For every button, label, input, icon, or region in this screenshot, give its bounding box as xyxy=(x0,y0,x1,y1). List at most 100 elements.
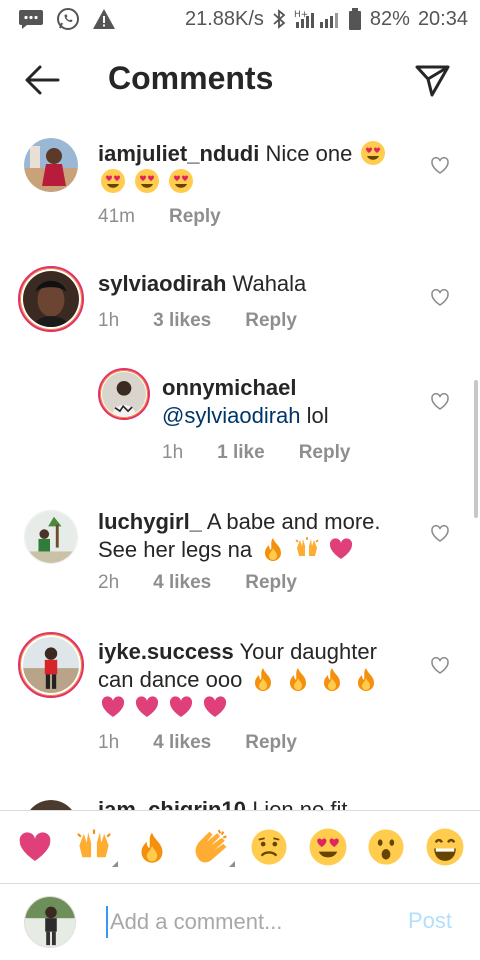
battery-percent: 82% xyxy=(369,7,410,30)
comment-username[interactable]: sylviaodirah xyxy=(98,271,226,296)
user-avatar xyxy=(24,896,76,948)
comment-item: luchygirl_ A babe and more. See her legs… xyxy=(0,498,480,616)
fire-emoji-icon xyxy=(255,668,272,691)
skin-tone-indicator xyxy=(228,861,235,867)
reply-button[interactable]: Reply xyxy=(169,206,221,228)
reply-button[interactable]: Reply xyxy=(299,442,351,464)
clock: 20:34 xyxy=(417,7,468,30)
comment-text: luchygirl_ A babe and more. See her legs… xyxy=(98,508,398,564)
quick-emoji-grinning-face[interactable] xyxy=(425,827,465,867)
comment-body: Nice one xyxy=(265,141,353,166)
comment-username[interactable]: onnymichael xyxy=(162,375,296,400)
network-speed: 21.88K/s xyxy=(184,7,264,30)
fire-emoji-icon xyxy=(289,668,306,691)
status-bar: 21.88K/s H+ 82% 20:34 xyxy=(0,0,480,38)
comment-time: 41m xyxy=(98,206,135,227)
mention-link[interactable]: @sylviaodirah xyxy=(162,403,301,428)
heart-eyes-emoji-icon xyxy=(101,169,125,193)
likes-count[interactable]: 4 likes xyxy=(153,572,211,594)
like-heart-icon[interactable] xyxy=(430,392,450,412)
bluetooth-icon xyxy=(272,8,286,30)
comment-item: iyke.success Your daughter can dance ooo… xyxy=(0,630,480,780)
avatar[interactable] xyxy=(18,632,84,698)
heart-eyes-emoji-icon xyxy=(309,828,347,866)
comment-text: iamjuliet_ndudi Nice one xyxy=(98,140,408,196)
comment-text: onnymichael @sylviaodirah lol xyxy=(162,374,412,430)
battery-icon xyxy=(348,8,362,30)
clapping-hands-emoji-icon xyxy=(195,829,227,863)
scrollbar[interactable] xyxy=(474,380,478,518)
fire-emoji-icon xyxy=(265,538,282,561)
paper-plane-icon xyxy=(415,65,450,97)
comment-time: 1h xyxy=(98,732,120,753)
comment-time: 1h xyxy=(162,442,184,463)
comment-username[interactable]: iyke.success xyxy=(98,639,234,664)
comment-text: iyke.success Your daughter can dance ooo xyxy=(98,638,398,722)
quick-emoji-heart-eyes[interactable] xyxy=(308,827,348,867)
heart-emoji-icon xyxy=(101,696,125,717)
comment-meta: 1h 4 likes Reply xyxy=(98,732,331,754)
avatar[interactable] xyxy=(18,266,84,332)
likes-count[interactable]: 1 like xyxy=(217,442,265,464)
skin-tone-indicator xyxy=(111,861,118,867)
quick-emoji-bar xyxy=(0,810,480,884)
like-heart-icon[interactable] xyxy=(430,156,450,176)
reply-button[interactable]: Reply xyxy=(245,572,297,594)
heart-emoji-icon xyxy=(204,696,227,717)
surprised-face-emoji-icon xyxy=(368,829,404,865)
likes-count[interactable]: 4 likes xyxy=(153,732,211,754)
comment-body: lol xyxy=(306,403,329,428)
comment-meta: 2h 4 likes Reply xyxy=(98,572,331,594)
likes-count[interactable]: 3 likes xyxy=(153,310,211,332)
heart-eyes-emoji-icon xyxy=(135,169,160,193)
like-heart-icon[interactable] xyxy=(430,288,450,308)
heart-emoji-icon xyxy=(170,696,193,717)
chat-bubble-icon xyxy=(18,8,44,30)
post-button[interactable]: Post xyxy=(408,908,452,934)
reply-button[interactable]: Reply xyxy=(245,310,297,332)
quick-emoji-heart[interactable] xyxy=(15,827,55,867)
avatar[interactable] xyxy=(24,800,78,810)
comment-username[interactable]: iam_chigrin10 xyxy=(98,797,246,810)
heart-emoji-icon xyxy=(330,538,353,559)
arrow-left-icon xyxy=(25,65,60,95)
comment-input-bar: Post xyxy=(0,884,480,960)
heart-emoji-icon xyxy=(136,696,159,717)
page-title: Comments xyxy=(108,60,274,96)
share-button[interactable] xyxy=(412,60,452,100)
comment-time: 1h xyxy=(98,310,120,331)
fire-emoji-icon xyxy=(357,668,374,691)
like-heart-icon[interactable] xyxy=(430,656,450,676)
quick-emoji-clapping-hands[interactable] xyxy=(191,827,235,867)
comment-meta: 1h 3 likes Reply xyxy=(98,310,331,332)
quick-emoji-raised-hands[interactable] xyxy=(74,827,118,867)
quick-emoji-surprised-face[interactable] xyxy=(366,827,406,867)
comment-input[interactable] xyxy=(106,906,386,938)
comment-body: Wahala xyxy=(232,271,307,296)
quick-emoji-sad-face[interactable] xyxy=(249,827,289,867)
comment-item: iam_chigrin10 I jen no fit xyxy=(0,796,480,810)
comment-list[interactable]: iamjuliet_ndudi Nice one 41m Reply sylvi… xyxy=(0,122,480,810)
avatar[interactable] xyxy=(24,138,78,192)
heart-eyes-emoji-icon xyxy=(361,141,386,165)
quick-emoji-fire[interactable] xyxy=(132,827,172,867)
avatar[interactable] xyxy=(24,510,78,564)
grinning-face-emoji-icon xyxy=(426,828,464,866)
comment-time: 2h xyxy=(98,572,120,593)
comment-item: iamjuliet_ndudi Nice one 41m Reply xyxy=(0,122,480,252)
raised-hands-emoji-icon xyxy=(295,537,319,556)
comment-item: sylviaodirah Wahala 1h 3 likes Reply xyxy=(0,258,480,358)
comment-body: I jen no fit xyxy=(252,797,348,810)
comment-text: sylviaodirah Wahala xyxy=(98,270,408,298)
signal-icon: H+ xyxy=(294,8,340,30)
reply-button[interactable]: Reply xyxy=(245,732,297,754)
like-heart-icon[interactable] xyxy=(430,524,450,544)
comment-username[interactable]: iamjuliet_ndudi xyxy=(98,141,259,166)
fire-emoji-icon xyxy=(141,832,163,863)
avatar[interactable] xyxy=(98,368,150,420)
back-button[interactable] xyxy=(22,62,62,98)
fire-emoji-icon xyxy=(323,668,340,691)
comment-text: iam_chigrin10 I jen no fit xyxy=(98,796,408,810)
whatsapp-icon xyxy=(56,7,80,31)
comment-username[interactable]: luchygirl_ xyxy=(98,509,202,534)
